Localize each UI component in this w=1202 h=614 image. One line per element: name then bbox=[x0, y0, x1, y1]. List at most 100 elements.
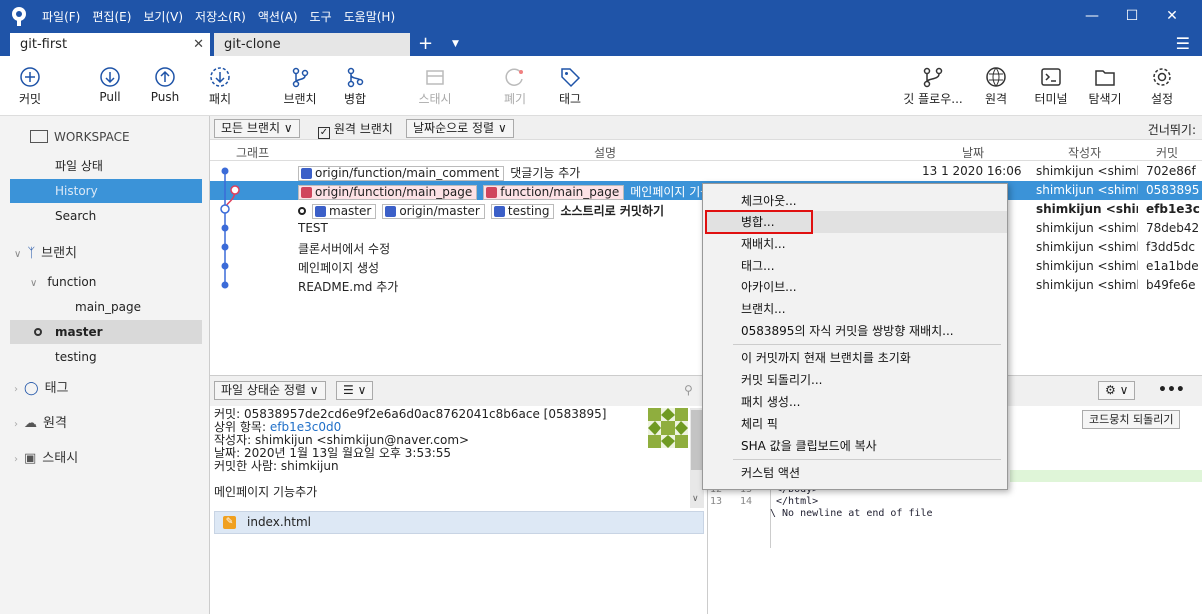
terminal-label: 터미널 bbox=[1034, 92, 1068, 106]
chevron-down-icon[interactable]: ∨ bbox=[692, 494, 699, 504]
file-list-item[interactable]: ✎ index.html bbox=[214, 511, 704, 534]
maximize-button[interactable]: ☐ bbox=[1112, 0, 1152, 32]
branch-button[interactable]: 브랜치 bbox=[280, 64, 320, 107]
menu-item-checkout[interactable]: 체크아웃... bbox=[741, 191, 797, 211]
hamburger-menu-icon[interactable]: ☰ bbox=[1176, 32, 1190, 56]
menu-help[interactable]: 도움말(H) bbox=[344, 8, 396, 25]
pull-button[interactable]: Pull bbox=[92, 64, 128, 104]
menu-item-interactive-rebase[interactable]: 0583895의 자식 커밋을 쌍방향 재배치... bbox=[741, 321, 954, 341]
branch-label: 브랜치 bbox=[283, 92, 317, 106]
diff-settings-dropdown[interactable]: ⚙ ∨ bbox=[1098, 381, 1136, 400]
sidebar-section-tags[interactable]: › ◯ 태그 bbox=[14, 377, 68, 401]
commit-description: origin/function/main_page function/main_p… bbox=[298, 183, 733, 200]
commit-hash: 702e86f bbox=[1146, 164, 1196, 178]
sidebar-section-remotes[interactable]: › ☁ 원격 bbox=[14, 412, 67, 436]
pull-label: Pull bbox=[99, 90, 121, 104]
commit-hash: efb1e3c bbox=[1146, 202, 1200, 216]
sidebar-section-stash[interactable]: › ▣ 스태시 bbox=[14, 447, 78, 471]
sidebar-branch-master[interactable]: master bbox=[10, 320, 202, 344]
commit-author: shimkijun <shimki bbox=[1036, 183, 1138, 197]
revert-hunk-button[interactable]: 코드뭉치 되돌리기 bbox=[1082, 410, 1181, 429]
commit-hash: f3dd5dc bbox=[1146, 240, 1195, 254]
view-mode-dropdown[interactable]: ☰ ∨ bbox=[336, 381, 374, 400]
sidebar-branch-main-page[interactable]: main_page bbox=[10, 295, 202, 319]
menu-item-custom-actions[interactable]: 커스텀 액션 bbox=[741, 463, 800, 483]
menu-item-rebase[interactable]: 재배치... bbox=[741, 234, 786, 254]
sidebar-item-file-status[interactable]: 파일 상태 bbox=[10, 154, 202, 178]
menu-edit[interactable]: 편집(E) bbox=[92, 8, 131, 25]
new-tab-plus-icon[interactable]: + bbox=[418, 32, 433, 56]
sort-dropdown[interactable]: 날짜순으로 정렬 ∨ bbox=[406, 119, 514, 138]
menu-item-branch[interactable]: 브랜치... bbox=[741, 299, 786, 319]
menu-item-cherry-pick[interactable]: 체리 픽 bbox=[741, 414, 778, 434]
sidebar-item-search[interactable]: Search bbox=[10, 204, 202, 228]
discard-button[interactable]: 폐기 bbox=[497, 64, 533, 107]
commit-button[interactable]: 커밋 bbox=[12, 64, 48, 107]
col-author[interactable]: 작성자 bbox=[1068, 144, 1101, 161]
chevron-down-icon: ∨ bbox=[1119, 383, 1129, 397]
sourcetree-logo-icon bbox=[12, 7, 26, 26]
fetch-label: 패치 bbox=[208, 92, 232, 106]
commit-row[interactable]: origin/function/main_comment 댓글기능 추가 13 1… bbox=[210, 162, 1202, 181]
col-date[interactable]: 날짜 bbox=[962, 144, 984, 161]
col-commit[interactable]: 커밋 bbox=[1156, 144, 1178, 161]
menu-item-tag[interactable]: 태그... bbox=[741, 256, 775, 276]
sidebar-folder-function[interactable]: ∨ function bbox=[10, 270, 202, 294]
file-sort-dropdown[interactable]: 파일 상태순 정렬 ∨ bbox=[214, 381, 326, 400]
gear-icon: ⚙ bbox=[1105, 383, 1116, 397]
menu-item-archive[interactable]: 아카이브... bbox=[741, 277, 797, 297]
menu-item-copy-sha[interactable]: SHA 값을 클립보드에 복사 bbox=[741, 436, 877, 456]
filter-bar: 모든 브랜치 ∨ ✓ 원격 브랜치 날짜순으로 정렬 ∨ 건너뛰기: bbox=[210, 116, 1202, 140]
all-branches-dropdown[interactable]: 모든 브랜치 ∨ bbox=[214, 119, 300, 138]
menu-item-create-patch[interactable]: 패치 생성... bbox=[741, 392, 800, 412]
parent-link[interactable]: efb1e3c0d0 bbox=[270, 420, 341, 434]
tag-button[interactable]: 태그 bbox=[552, 64, 588, 107]
tab-git-first[interactable]: git-first ✕ bbox=[10, 33, 210, 56]
col-graph[interactable]: 그래프 bbox=[236, 144, 269, 161]
menu-view[interactable]: 보기(V) bbox=[143, 8, 183, 25]
menu-repository[interactable]: 저장소(R) bbox=[195, 8, 246, 25]
menu-item-reset[interactable]: 이 커밋까지 현재 브랜치를 초기화 bbox=[741, 348, 911, 368]
head-indicator-icon bbox=[298, 207, 306, 215]
menu-item-merge[interactable]: 병합... bbox=[741, 212, 775, 232]
tab-git-clone[interactable]: git-clone bbox=[214, 33, 410, 56]
col-description[interactable]: 설명 bbox=[594, 144, 616, 161]
push-button[interactable]: Push bbox=[147, 64, 183, 104]
close-tab-icon[interactable]: ✕ bbox=[193, 33, 204, 56]
merge-button[interactable]: 병합 bbox=[337, 64, 373, 107]
tab-dropdown-icon[interactable]: ▼ bbox=[452, 32, 459, 56]
commit-author: shimkijun <shimki bbox=[1036, 259, 1138, 273]
remote-branches-checkbox[interactable]: ✓ 원격 브랜치 bbox=[318, 120, 393, 139]
close-window-button[interactable]: ✕ bbox=[1152, 0, 1192, 32]
menu-file[interactable]: 파일(F) bbox=[42, 8, 80, 25]
commit-node bbox=[221, 281, 229, 289]
menu-tools[interactable]: 도구 bbox=[310, 8, 332, 25]
diff-line: 13 14 </html> bbox=[710, 496, 819, 507]
commit-node bbox=[220, 204, 230, 214]
sidebar-item-history[interactable]: History bbox=[10, 179, 202, 203]
minimize-button[interactable]: — bbox=[1072, 0, 1112, 32]
remote-button[interactable]: 원격 bbox=[978, 64, 1014, 107]
sidebar-section-branches[interactable]: ∨ ᛉ 브랜치 bbox=[14, 242, 77, 266]
settings-button[interactable]: 설정 bbox=[1144, 64, 1180, 107]
list-icon: ☰ bbox=[343, 383, 354, 397]
stash-button[interactable]: 스태시 bbox=[414, 64, 456, 107]
chevron-down-icon: ∨ bbox=[309, 383, 319, 397]
chevron-down-icon: ∨ bbox=[14, 249, 22, 260]
branch-label: origin/function/main_page bbox=[298, 185, 478, 200]
stash-icon bbox=[414, 64, 456, 90]
menu-actions[interactable]: 액션(A) bbox=[258, 8, 298, 25]
sidebar-branch-testing[interactable]: testing bbox=[10, 345, 202, 369]
git-flow-button[interactable]: 깃 플로우... bbox=[900, 64, 966, 107]
more-options-icon[interactable]: ••• bbox=[1158, 382, 1185, 398]
cloud-icon: ☁ bbox=[24, 416, 37, 431]
chevron-down-icon: ∨ bbox=[497, 121, 507, 135]
checkbox-checked-icon: ✓ bbox=[318, 127, 330, 139]
terminal-button[interactable]: 터미널 bbox=[1030, 64, 1072, 107]
search-icon[interactable]: ⚲ bbox=[684, 383, 693, 397]
explorer-button[interactable]: 탐색기 bbox=[1084, 64, 1126, 107]
tab-label: git-first bbox=[20, 37, 68, 52]
plus-circle-icon bbox=[12, 64, 48, 90]
fetch-button[interactable]: 패치 bbox=[202, 64, 238, 107]
menu-item-revert[interactable]: 커밋 되돌리기... bbox=[741, 370, 823, 390]
